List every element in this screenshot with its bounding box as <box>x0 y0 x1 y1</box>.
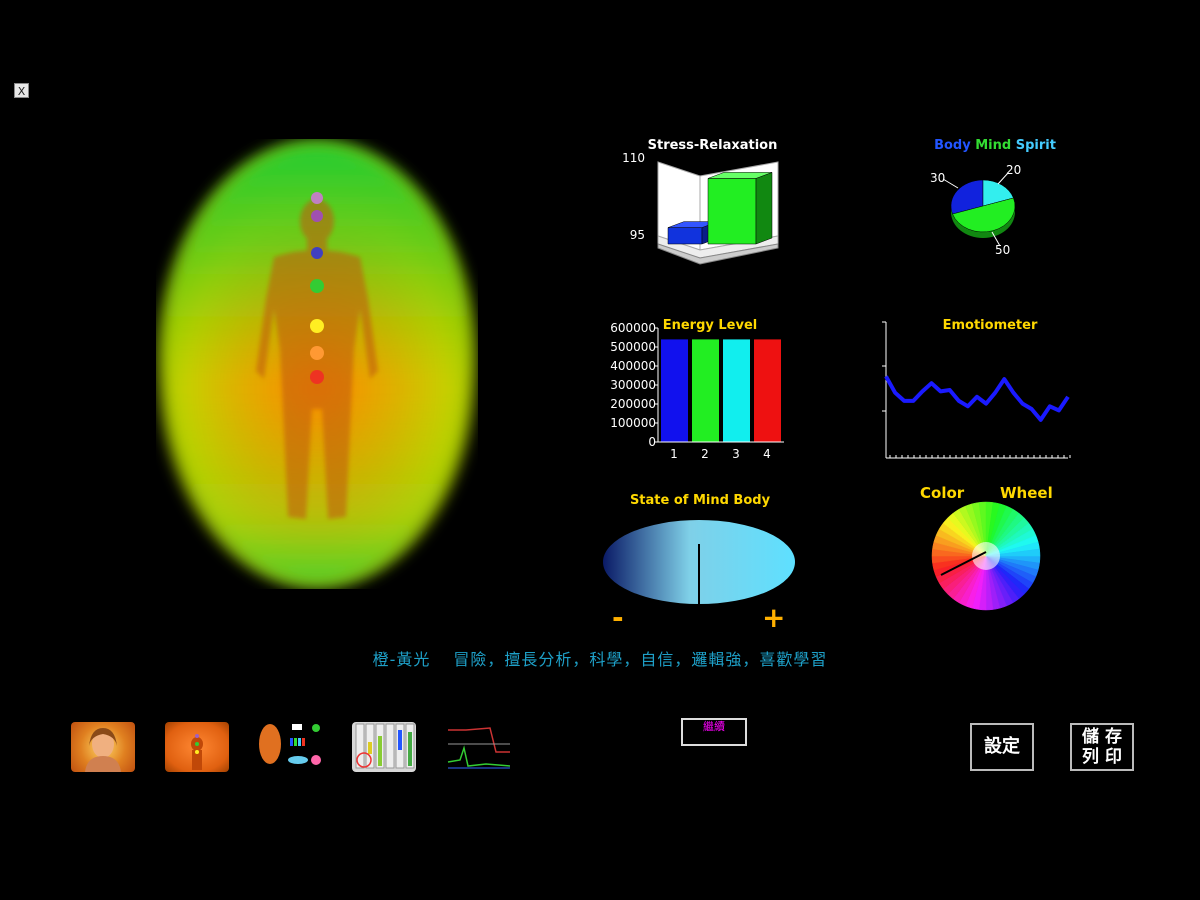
title-spirit: Spirit <box>1015 138 1056 153</box>
pie-label-50: 50 <box>995 243 1010 257</box>
stress-relaxation-chart <box>650 152 785 274</box>
state-plus-label: + <box>762 601 786 634</box>
continue-button[interactable]: 繼續 <box>681 718 747 746</box>
stress-bar <box>667 227 703 245</box>
thumbnail-bars[interactable] <box>352 722 416 772</box>
energy-y-tick: 200000 <box>610 397 656 411</box>
emotiometer-chart <box>878 318 1073 464</box>
energy-y-tick: 300000 <box>610 378 656 392</box>
title-mind: Mind <box>975 138 1012 153</box>
stress-y-min: 95 <box>629 228 645 242</box>
energy-y-tick: 600000 <box>610 321 656 335</box>
energy-bar-2 <box>692 339 719 442</box>
print-label: 列 印 <box>1082 747 1122 767</box>
aura-color-description: 橙-黃光 冒險，擅長分析，科學，自信，邏輯強，喜歡學習 <box>372 650 828 669</box>
energy-x-tick: 3 <box>732 447 740 461</box>
aura-image <box>156 139 478 589</box>
settings-button[interactable]: 設定 <box>970 723 1034 771</box>
state-of-mind-title: State of Mind Body <box>629 493 771 508</box>
thumbnail-dashboard[interactable] <box>258 722 322 772</box>
energy-bar-3 <box>723 339 750 442</box>
state-minus-label: - <box>612 601 624 634</box>
save-label: 儲 存 <box>1082 727 1122 747</box>
energy-x-tick: 1 <box>670 447 678 461</box>
energy-level-chart: 600000 500000 400000 300000 200000 100000 0 12… <box>600 318 790 464</box>
body-mind-spirit-pie: 30 20 50 <box>920 160 1040 260</box>
energy-y-tick: 500000 <box>610 340 656 354</box>
energy-x-tick: 2 <box>701 447 709 461</box>
thumbnail-line-graph[interactable] <box>446 722 510 772</box>
stress-bar-side <box>755 172 773 245</box>
close-button[interactable]: X <box>14 83 29 98</box>
thumbnail-aura[interactable] <box>165 722 229 772</box>
energy-x-tick: 4 <box>763 447 771 461</box>
title-body: Body <box>934 138 971 153</box>
emotiometer-line <box>884 375 1070 422</box>
stress-y-max: 110 <box>622 151 645 165</box>
energy-y-tick: 100000 <box>610 416 656 430</box>
color-wheel <box>930 500 1042 612</box>
thumbnail-photo[interactable] <box>71 722 135 772</box>
stress-bar <box>707 178 757 245</box>
pie-label-30: 30 <box>930 171 945 185</box>
body-mind-spirit-title: Body Mind Spirit <box>920 138 1070 153</box>
state-of-mind-gauge <box>600 520 798 606</box>
save-print-button[interactable]: 儲 存 列 印 <box>1070 723 1134 771</box>
energy-bar-4 <box>754 339 781 442</box>
stress-relaxation-title: Stress-Relaxation <box>647 138 778 153</box>
pie-label-20: 20 <box>1006 163 1021 177</box>
energy-bar-1 <box>661 339 688 442</box>
energy-y-tick: 400000 <box>610 359 656 373</box>
